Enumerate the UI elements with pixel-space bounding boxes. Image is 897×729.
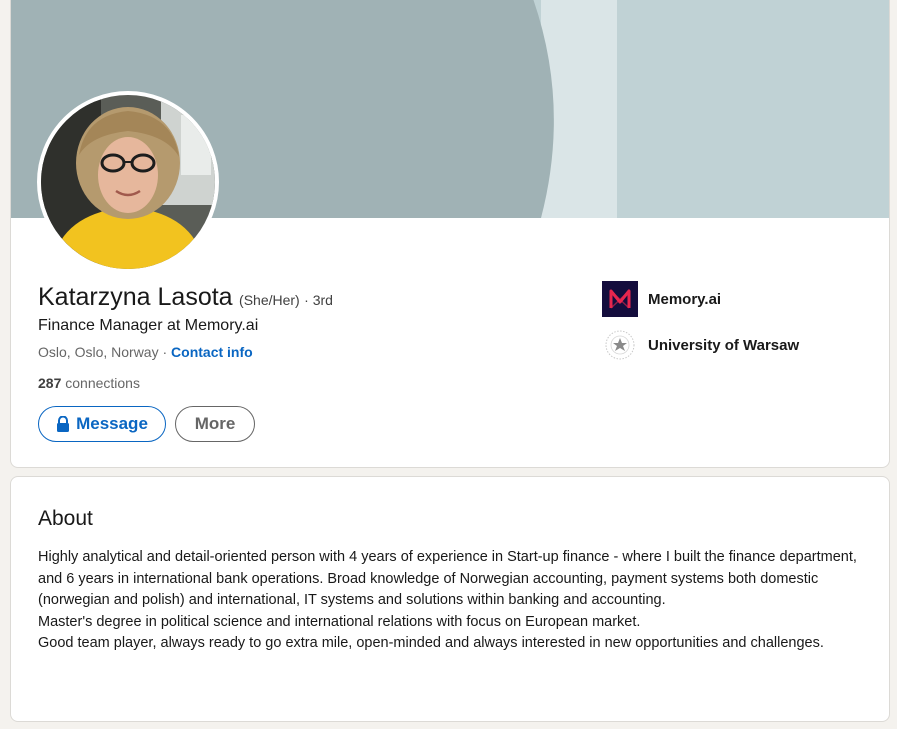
connections-number: 287 — [38, 375, 62, 391]
profile-card: Katarzyna Lasota (She/Her) · 3rd Finance… — [10, 0, 890, 468]
connections-label: connections — [61, 375, 140, 391]
company-name: Memory.ai — [648, 290, 722, 308]
about-heading: About — [38, 507, 93, 530]
location-row: Oslo, Oslo, Norway · Contact info — [38, 344, 253, 360]
profile-name: Katarzyna Lasota — [38, 283, 233, 311]
profile-pronouns: (She/Her) — [239, 292, 300, 308]
name-row: Katarzyna Lasota (She/Her) · 3rd — [38, 283, 333, 312]
about-paragraph: Highly analytical and detail-oriented pe… — [38, 549, 857, 608]
university-of-warsaw-seal-icon — [602, 327, 638, 363]
lock-icon — [57, 416, 70, 432]
more-button[interactable]: More — [175, 406, 255, 442]
profile-location: Oslo, Oslo, Norway — [38, 344, 159, 360]
location-separator: · — [158, 344, 172, 360]
current-company-memory-ai[interactable]: Memory.ai — [602, 281, 721, 317]
connection-degree: · 3rd — [304, 292, 333, 308]
memory-ai-logo-icon — [602, 281, 638, 317]
about-paragraph: Master's degree in political science and… — [38, 613, 641, 630]
about-text: Highly analytical and detail-oriented pe… — [38, 547, 858, 655]
profile-photo-avatar[interactable] — [37, 91, 219, 273]
profile-photo-icon — [41, 95, 215, 269]
contact-info-link[interactable]: Contact info — [171, 344, 253, 360]
more-button-label: More — [194, 414, 236, 433]
message-button-label: Message — [76, 414, 148, 433]
message-button[interactable]: Message — [38, 406, 166, 442]
school-name: University of Warsaw — [648, 336, 800, 354]
about-paragraph: Good team player, always ready to go ext… — [38, 635, 824, 651]
connections-count[interactable]: 287 connections — [38, 375, 140, 391]
education-university-of-warsaw[interactable]: University of Warsaw — [602, 327, 799, 363]
profile-headline: Finance Manager at Memory.ai — [38, 317, 259, 334]
about-card: About Highly analytical and detail-orien… — [10, 476, 890, 722]
